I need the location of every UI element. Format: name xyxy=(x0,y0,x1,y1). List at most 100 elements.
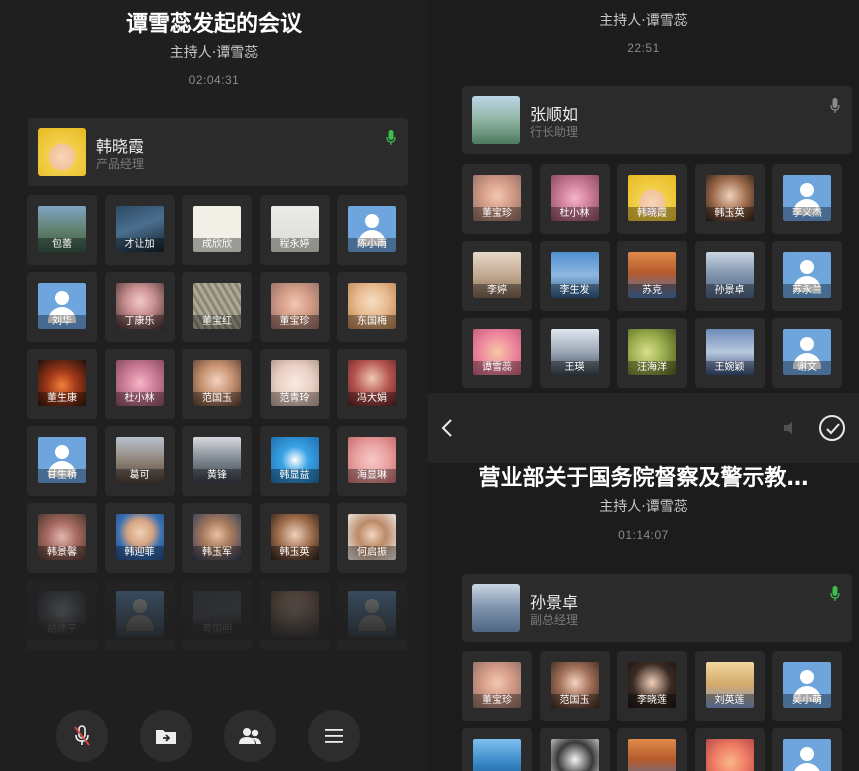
participant-tile[interactable]: 何启振 xyxy=(337,503,407,573)
speaker-role: 行长助理 xyxy=(530,125,579,139)
participant-tile[interactable]: 刘华 xyxy=(27,272,97,342)
participant-tile[interactable]: 陈小雨 xyxy=(337,195,407,265)
avatar xyxy=(628,739,676,771)
host-label: 主持人·谭雪蕊 xyxy=(169,45,259,61)
participant-tile[interactable]: 杜小林 xyxy=(539,164,610,234)
share-screen-button[interactable] xyxy=(140,710,192,762)
participant-tile[interactable]: 李晓莲 xyxy=(617,651,687,721)
avatar xyxy=(472,584,520,632)
members-button[interactable] xyxy=(224,710,276,762)
participant-name: 苏克 xyxy=(628,284,676,298)
participant-tile[interactable]: 韩玉英 xyxy=(259,503,330,573)
participant-tile[interactable] xyxy=(337,580,407,650)
participant-name: 韩显益 xyxy=(270,469,319,483)
participant-name: 丁康乐 xyxy=(115,315,164,329)
participant-name: 甘生桥 xyxy=(38,469,86,483)
chevron-left-icon[interactable] xyxy=(440,418,454,438)
more-menu-button[interactable] xyxy=(308,710,360,762)
participant-tile[interactable]: 程永婷 xyxy=(259,195,330,265)
participant-tile[interactable]: 李婷 xyxy=(462,241,532,311)
participant-tile[interactable]: 丁康乐 xyxy=(104,272,175,342)
participant-name: 杜小林 xyxy=(550,207,599,221)
participant-tile[interactable]: 韩迎菲 xyxy=(104,503,175,573)
participant-tile[interactable]: 葛可 xyxy=(104,426,175,496)
participant-tile[interactable]: 董宝珍 xyxy=(462,651,532,721)
participant-tile[interactable]: 韩晓霞 xyxy=(617,164,687,234)
participant-name: 李婷 xyxy=(473,284,521,298)
participant-tile[interactable]: 韩景馨 xyxy=(27,503,97,573)
participant-name: 黄锋 xyxy=(193,469,241,483)
participant-tile[interactable]: 黄锋 xyxy=(182,426,252,496)
participant-name: 冯大娟 xyxy=(348,392,396,406)
host-label: 主持人·谭雪蕊 xyxy=(599,499,688,515)
participant-tile[interactable]: 谢文 xyxy=(772,318,842,388)
mic-active-icon xyxy=(386,130,396,146)
participant-name: 汪海洋 xyxy=(628,361,676,375)
meeting-duration: 01:14:07 xyxy=(618,528,669,542)
participant-name: 成欣欣 xyxy=(193,238,241,252)
check-circle-icon[interactable] xyxy=(819,415,845,441)
speaker-name: 孙景卓 xyxy=(530,593,579,612)
participant-tile[interactable] xyxy=(259,580,330,650)
participant-tile[interactable] xyxy=(617,728,687,771)
participant-tile[interactable]: 才让加 xyxy=(104,195,175,265)
left-meeting-panel: 谭雪蕊发起的会议 主持人·谭雪蕊 02:04:31 韩晓霞 产品经理 包蕾 才让加… xyxy=(0,0,428,771)
participant-tile[interactable]: 韩玉英 xyxy=(694,164,765,234)
participant-tile[interactable]: 谭雪蕊 xyxy=(462,318,532,388)
participant-name: 韩玉英 xyxy=(705,207,754,221)
participant-tile[interactable]: 董宝珍 xyxy=(462,164,532,234)
mute-mic-button[interactable] xyxy=(56,710,108,762)
participant-tile[interactable]: 王婉颖 xyxy=(694,318,765,388)
participant-name: 王瑛 xyxy=(550,361,599,375)
active-speaker-card[interactable]: 张顺如 行长助理 xyxy=(462,86,852,154)
participant-tile[interactable] xyxy=(694,728,765,771)
participant-tile[interactable]: 李生发 xyxy=(539,241,610,311)
participant-tile[interactable]: 冯大娟 xyxy=(337,349,407,419)
participant-tile[interactable]: 杜小林 xyxy=(104,349,175,419)
participant-tile[interactable]: 海显琳 xyxy=(337,426,407,496)
avatar xyxy=(550,739,599,771)
participant-tile[interactable]: 韩玉军 xyxy=(182,503,252,573)
participant-tile[interactable]: 孙景卓 xyxy=(694,241,765,311)
meeting-title: 营业部关于国务院督察及警示教… xyxy=(478,466,809,491)
participant-tile[interactable]: 范国玉 xyxy=(182,349,252,419)
mic-active-icon xyxy=(830,586,840,602)
participant-name: 范青玲 xyxy=(270,392,319,406)
meeting-duration: 02:04:31 xyxy=(188,73,240,87)
participant-name: 何启振 xyxy=(348,546,396,560)
participant-tile[interactable]: 董宝珍 xyxy=(259,272,330,342)
participant-tile[interactable]: 包蕾 xyxy=(27,195,97,265)
participant-tile[interactable]: 范青玲 xyxy=(259,349,330,419)
participant-tile[interactable]: 董生康 xyxy=(27,349,97,419)
participant-name: 韩玉英 xyxy=(270,546,319,560)
active-speaker-card[interactable]: 孙景卓 副总经理 xyxy=(462,574,852,642)
avatar xyxy=(38,128,86,176)
avatar xyxy=(115,591,164,637)
mic-muted-icon xyxy=(73,725,91,747)
participant-tile[interactable]: 成欣欣 xyxy=(182,195,252,265)
participant-tile[interactable]: 刘英莲 xyxy=(694,651,765,721)
participant-tile[interactable]: 东国梅 xyxy=(337,272,407,342)
participant-tile[interactable]: 吴小萌 xyxy=(772,651,842,721)
participant-tile[interactable]: 董宝红 xyxy=(182,272,252,342)
participant-tile[interactable]: 苏克 xyxy=(617,241,687,311)
participant-tile[interactable]: 汪海洋 xyxy=(617,318,687,388)
participant-tile[interactable] xyxy=(539,728,610,771)
participant-tile[interactable]: 王瑛 xyxy=(539,318,610,388)
participant-tile[interactable] xyxy=(104,580,175,650)
participant-tile[interactable]: 甘生桥 xyxy=(27,426,97,496)
participant-name: 包蕾 xyxy=(38,238,86,252)
avatar xyxy=(270,591,319,637)
participant-tile[interactable]: 苏永兰 xyxy=(772,241,842,311)
participant-tile[interactable]: 黄国明 xyxy=(182,580,252,650)
participant-tile[interactable]: 范国玉 xyxy=(539,651,610,721)
active-speaker-card[interactable]: 韩晓霞 产品经理 xyxy=(28,118,408,186)
participant-tile[interactable]: 胡建平 xyxy=(27,580,97,650)
participant-tile[interactable]: 韩显益 xyxy=(259,426,330,496)
participant-tile[interactable] xyxy=(462,728,532,771)
right-meeting-panel: 主持人·谭雪蕊 22:51 张顺如 行长助理 董宝珍 杜小林 韩晓霞 韩玉英 李义杰 李婷… xyxy=(428,0,859,771)
participant-name: 韩玉军 xyxy=(193,546,241,560)
participant-tile[interactable]: 李义杰 xyxy=(772,164,842,234)
participant-tile[interactable] xyxy=(772,728,842,771)
avatar xyxy=(473,739,521,771)
